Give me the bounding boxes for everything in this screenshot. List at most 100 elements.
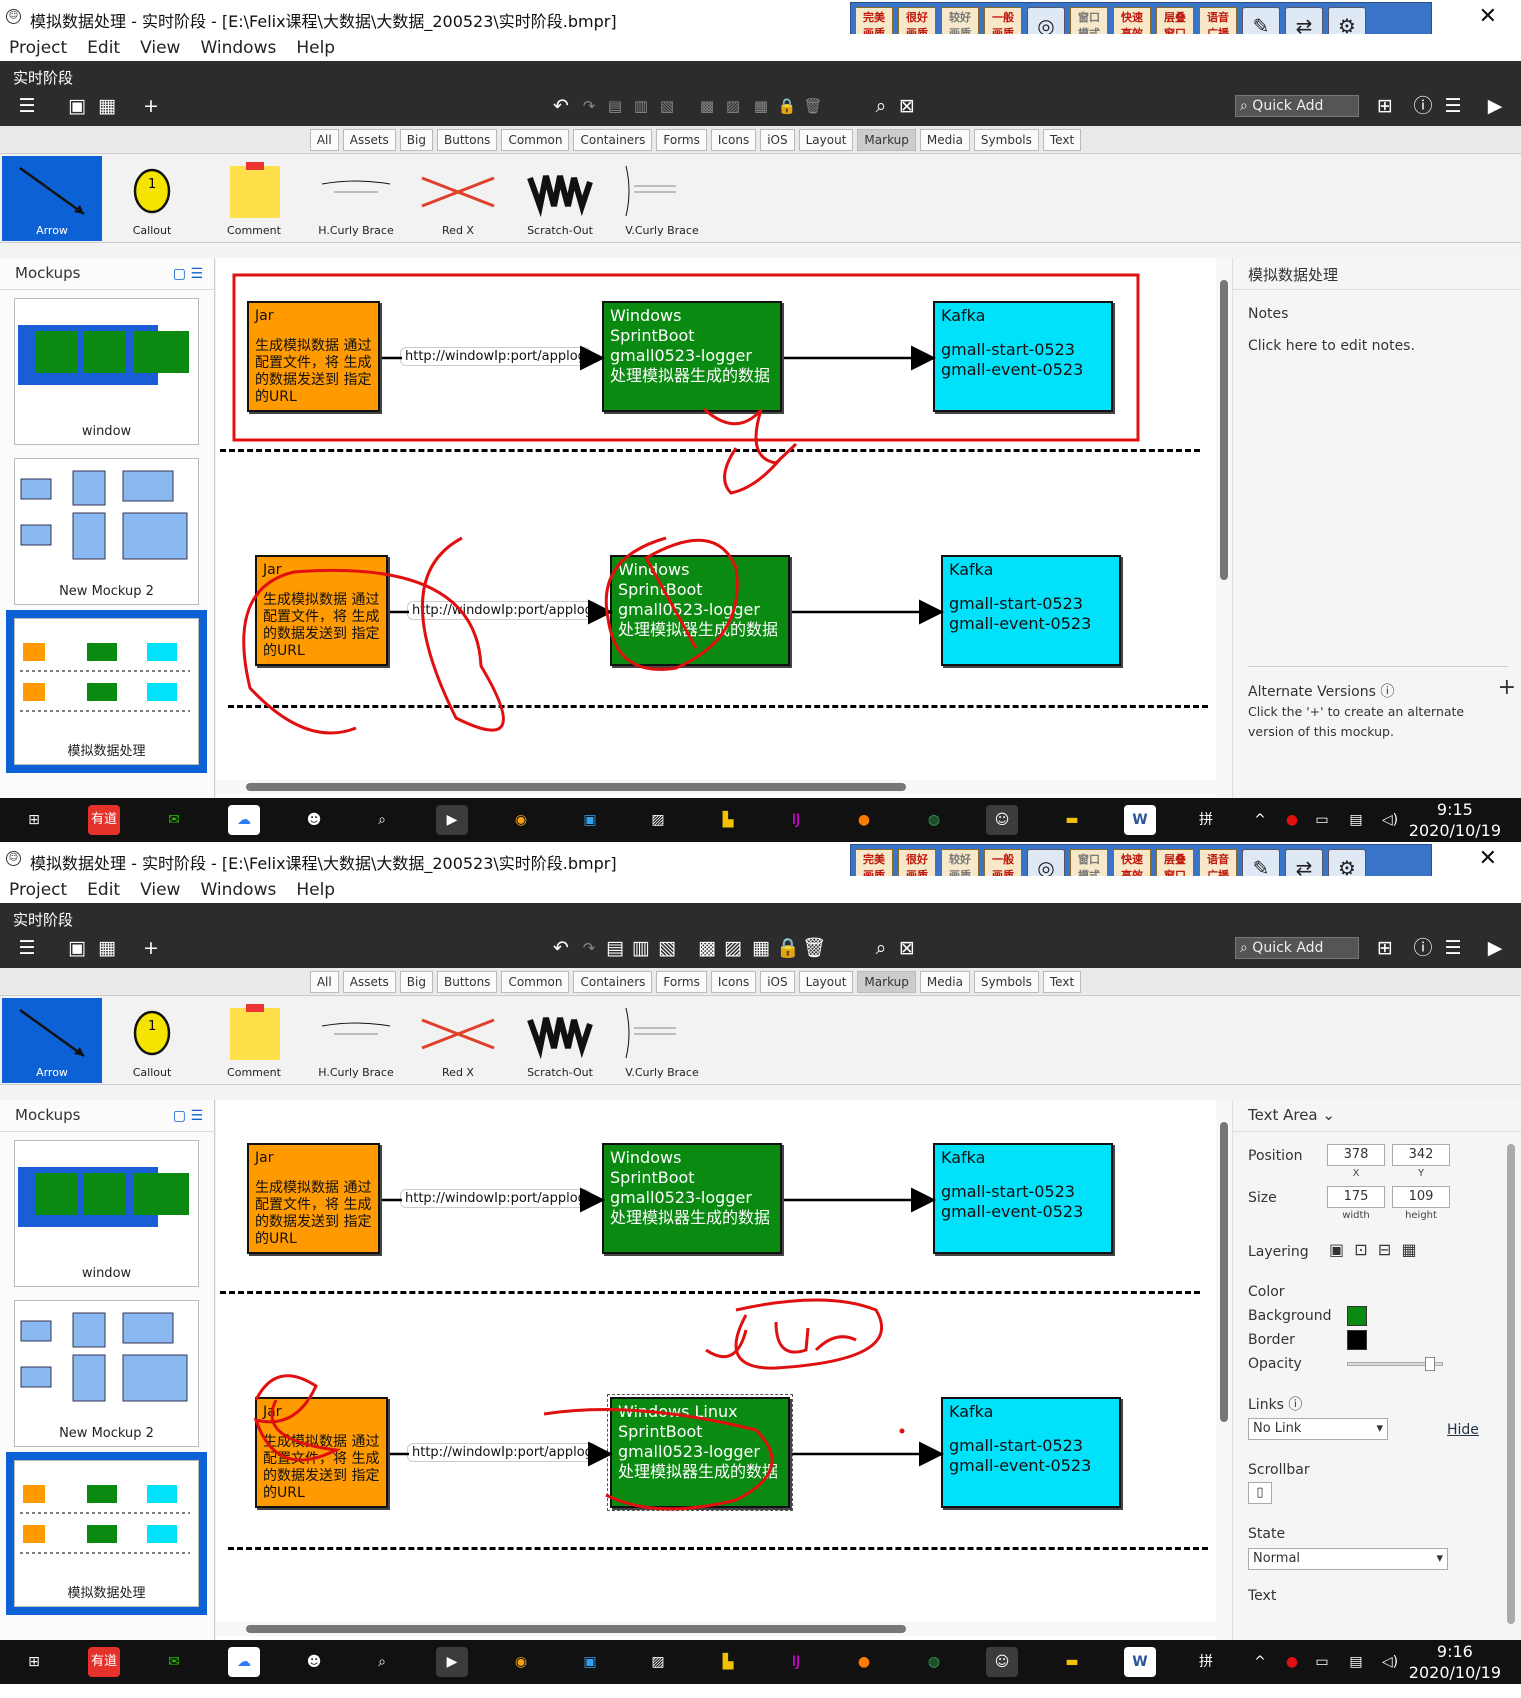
intellij-icon[interactable]: IJ — [780, 1647, 812, 1677]
grid-icon[interactable]: ▦ — [96, 937, 118, 959]
volume-icon[interactable]: ◁) — [1374, 805, 1406, 835]
properties-scrollbar[interactable] — [1507, 1144, 1515, 1624]
ungroup-icon[interactable]: ▨ — [722, 937, 744, 959]
photo-viewer-icon[interactable]: ▨ — [642, 1647, 674, 1677]
browser-icon[interactable]: ◉ — [505, 805, 537, 835]
menu-windows[interactable]: Windows — [200, 880, 276, 900]
search-icon[interactable]: ⌕ — [870, 95, 892, 117]
copy-icon[interactable]: ▥ — [630, 937, 652, 959]
mockup-thumb-new-mockup-2[interactable]: New Mockup 2 — [14, 1300, 199, 1447]
menu-edit[interactable]: Edit — [87, 38, 120, 58]
mockup-canvas[interactable]: Jar 生成模拟数据 通过配置文件，将 生成的数据发送到 指定的URL http:… — [216, 1100, 1216, 1640]
opacity-slider[interactable] — [1347, 1357, 1443, 1371]
undo-icon[interactable]: ↶ — [550, 95, 572, 117]
notes-edit-hint[interactable]: Click here to edit notes. — [1248, 338, 1415, 354]
library-item-scratch-out[interactable]: Scratch-Out — [510, 156, 610, 241]
chrome-icon[interactable]: ◍ — [918, 805, 950, 835]
fullscreen-icon[interactable]: ⊠ — [896, 95, 918, 117]
media-player-icon[interactable]: ▶ — [436, 1647, 468, 1677]
remote-desktop-icon[interactable]: ▣ — [574, 805, 606, 835]
quick-add-input[interactable]: ⌕ Quick Add — [1235, 937, 1359, 959]
record-icon[interactable]: ● — [1276, 805, 1308, 835]
share-icon[interactable]: ⊞ — [1374, 937, 1396, 959]
group-icon[interactable]: ▩ — [696, 937, 718, 959]
url-label[interactable]: http://windowIp:port/applog — [400, 1189, 591, 1208]
tab-symbols[interactable]: Symbols — [973, 129, 1039, 151]
paste-icon[interactable]: ▧ — [656, 937, 678, 959]
cut-icon[interactable]: ▤ — [604, 937, 626, 959]
windows-start-icon[interactable]: ⊞ — [18, 805, 50, 835]
library-item-comment[interactable]: Comment — [204, 998, 304, 1083]
trash-icon[interactable]: 🗑 — [802, 937, 826, 959]
menu-edit[interactable]: Edit — [87, 880, 120, 900]
emoji-icon[interactable]: ☺ — [986, 805, 1018, 835]
app-store-icon[interactable]: ▙ — [712, 1647, 744, 1677]
redo-icon[interactable]: ↷ — [578, 937, 600, 959]
mockup-canvas[interactable]: Jar 生成模拟数据 通过配置文件，将 生成的数据发送到 指定的URL http:… — [216, 258, 1216, 798]
logger-box[interactable]: Windows SprintBoot gmall0523-logger 处理模拟器生成… — [602, 301, 782, 412]
clock[interactable]: 9:16 2020/10/19 — [1409, 1641, 1501, 1683]
hamburger-icon[interactable]: ☰ — [16, 937, 38, 959]
add-version-icon[interactable]: + — [1498, 675, 1516, 700]
firefox-icon[interactable]: ● — [848, 805, 880, 835]
search-icon[interactable]: ⌕ — [870, 937, 892, 959]
redo-icon[interactable]: ↷ — [578, 95, 600, 117]
tab-buttons[interactable]: Buttons — [436, 971, 498, 993]
canvas-vertical-scrollbar[interactable] — [1216, 1100, 1232, 1640]
undo-icon[interactable]: ↶ — [550, 937, 572, 959]
canvas-vertical-scrollbar[interactable] — [1216, 258, 1232, 798]
tab-icons[interactable]: Icons — [710, 971, 757, 993]
photo-viewer-icon[interactable]: ▨ — [642, 805, 674, 835]
tab-text[interactable]: Text — [1042, 971, 1082, 993]
library-item-callout[interactable]: 1 Callout — [102, 156, 202, 241]
lock-icon[interactable]: 🔒 — [776, 95, 798, 117]
border-swatch[interactable] — [1347, 1330, 1367, 1350]
tab-big[interactable]: Big — [399, 129, 433, 151]
tab-containers[interactable]: Containers — [573, 971, 653, 993]
baidu-netdisk-icon[interactable]: ☁ — [228, 1647, 260, 1677]
youdao-icon[interactable]: 有道 — [88, 805, 120, 835]
tab-ios[interactable]: iOS — [760, 971, 795, 993]
remote-desktop-icon[interactable]: ▣ — [574, 1647, 606, 1677]
library-item-arrow[interactable]: Arrow — [2, 156, 102, 241]
network-icon[interactable]: ▤ — [1340, 805, 1372, 835]
present-icon[interactable]: ▶ — [1484, 937, 1506, 959]
url-label[interactable]: http://windowIp:port/applog — [407, 1443, 598, 1462]
menu-help[interactable]: Help — [296, 38, 335, 58]
layering-buttons[interactable]: ▣ ⊡ ⊟ ▦ — [1329, 1240, 1417, 1259]
tab-forms[interactable]: Forms — [656, 129, 707, 151]
jar-box[interactable]: Jar 生成模拟数据 通过配置文件，将 生成的数据发送到 指定的URL — [247, 1143, 380, 1254]
mockup-thumb-window[interactable]: window — [14, 1140, 199, 1287]
tab-markup[interactable]: Markup — [857, 971, 916, 993]
chevron-up-icon[interactable]: ^ — [1244, 805, 1276, 835]
url-label[interactable]: http://windowIp:port/applog — [400, 347, 591, 366]
menu-view[interactable]: View — [140, 38, 180, 58]
scrollbar-toggle[interactable]: ▯ — [1248, 1482, 1272, 1504]
media-player-icon[interactable]: ▶ — [436, 805, 468, 835]
menu-view[interactable]: View — [140, 880, 180, 900]
menu-help[interactable]: Help — [296, 880, 335, 900]
baidu-netdisk-icon[interactable]: ☁ — [228, 805, 260, 835]
tab-text[interactable]: Text — [1042, 129, 1082, 151]
fullscreen-icon[interactable]: ⊠ — [896, 937, 918, 959]
notes-icon[interactable]: ☰ — [1442, 937, 1464, 959]
library-item-v-curly-brace[interactable]: V.Curly Brace — [612, 156, 712, 241]
library-item-scratch-out[interactable]: Scratch-Out — [510, 998, 610, 1083]
logger-box[interactable]: Windows SprintBoot gmall0523-logger 处理模拟器生成… — [610, 555, 790, 666]
close-button[interactable]: ✕ — [1479, 4, 1497, 29]
word-icon[interactable]: W — [1124, 805, 1156, 835]
chrome-icon[interactable]: ◍ — [918, 1647, 950, 1677]
browser-icon[interactable]: ◉ — [505, 1647, 537, 1677]
align-icon[interactable]: ▦ — [750, 95, 772, 117]
library-item-callout[interactable]: 1 Callout — [102, 998, 202, 1083]
kafka-box[interactable]: Kafka gmall-start-0523 gmall-event-0523 — [933, 301, 1113, 412]
mockup-thumb-current[interactable]: 模拟数据处理 — [6, 1452, 207, 1615]
menu-project[interactable]: Project — [9, 38, 67, 58]
youdao-icon[interactable]: 有道 — [88, 1647, 120, 1677]
network-icon[interactable]: ▤ — [1340, 1647, 1372, 1677]
tab-markup[interactable]: Markup — [857, 129, 916, 151]
file-explorer-icon[interactable]: ▬ — [1056, 805, 1088, 835]
tab-media[interactable]: Media — [919, 129, 970, 151]
share-icon[interactable]: ⊞ — [1374, 95, 1396, 117]
intellij-icon[interactable]: IJ — [780, 805, 812, 835]
